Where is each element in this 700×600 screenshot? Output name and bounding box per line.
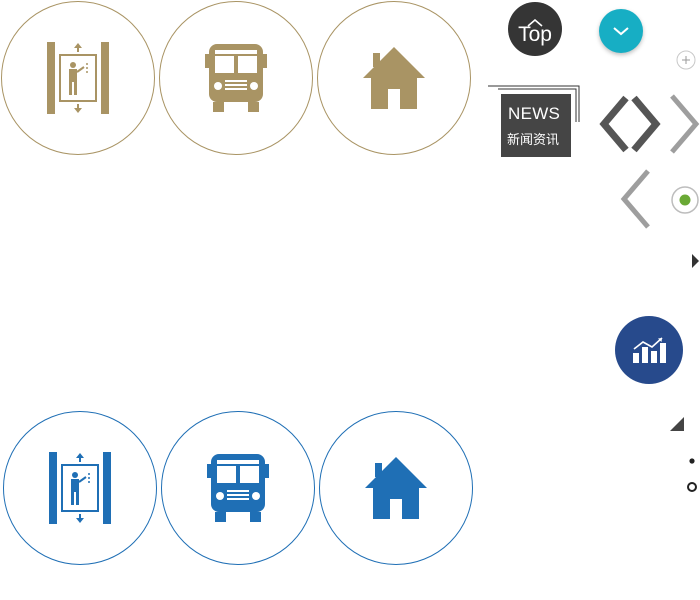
chevron-right-icon[interactable] — [668, 92, 700, 156]
news-title: NEWS — [508, 104, 561, 123]
bar-chart-icon — [633, 337, 666, 363]
chevron-down-icon — [613, 27, 629, 36]
home-circle-gold[interactable] — [317, 1, 471, 155]
chart-button[interactable] — [615, 316, 683, 384]
elevator-icon — [49, 452, 111, 524]
bus-circle-blue[interactable] — [161, 411, 315, 565]
scroll-down-button[interactable] — [599, 9, 643, 53]
elevator-icon — [47, 42, 109, 114]
bus-icon — [205, 44, 267, 112]
bus-circle-gold[interactable] — [159, 1, 313, 155]
ring-bullet-icon — [687, 482, 697, 492]
resize-corner-icon[interactable] — [669, 416, 685, 432]
radio-selected-icon[interactable] — [670, 185, 700, 215]
elevator-circle-blue[interactable] — [3, 411, 157, 565]
home-icon — [363, 47, 425, 109]
chevron-left-icon[interactable] — [618, 168, 652, 230]
bus-icon — [207, 454, 269, 522]
home-circle-blue[interactable] — [319, 411, 473, 565]
home-icon — [365, 457, 427, 519]
back-to-top-label: Top — [518, 23, 552, 46]
plus-icon[interactable] — [676, 50, 696, 70]
back-to-top-button[interactable]: Top — [508, 2, 562, 56]
dot-bullet-icon — [689, 458, 695, 464]
news-subtitle: 新闻资讯 — [507, 133, 560, 148]
elevator-circle-gold[interactable] — [1, 1, 155, 155]
prev-next-arrows-icon[interactable] — [598, 94, 662, 154]
caret-right-icon[interactable] — [692, 254, 700, 268]
news-badge[interactable]: NEWS 新闻资讯 — [501, 94, 571, 157]
